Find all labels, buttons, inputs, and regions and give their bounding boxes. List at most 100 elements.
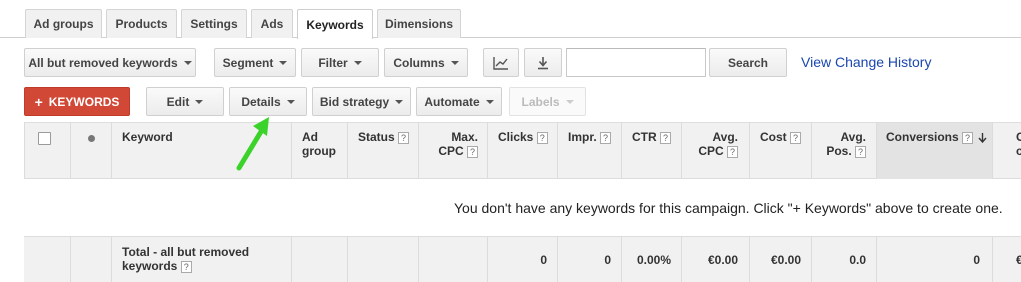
header-max-cpc[interactable]: Max. CPC ? (432, 130, 478, 158)
tab-products[interactable]: Products (106, 9, 177, 38)
tab-ads[interactable]: Ads (251, 9, 293, 38)
dropdown-label: All but removed keywords (28, 55, 178, 70)
column-divider (111, 122, 112, 179)
total-label-line: keywords (122, 259, 178, 273)
tab-label: Keywords (306, 17, 364, 32)
header-label: Keyword (122, 130, 173, 144)
header-status[interactable]: Status ? (358, 130, 410, 144)
header-label: cor (1016, 144, 1021, 158)
tab-keywords[interactable]: Keywords (297, 9, 373, 39)
keyword-filter-dropdown[interactable]: All but removed keywords (24, 48, 196, 77)
chart-toggle-button[interactable] (483, 48, 519, 77)
help-icon[interactable]: ? (962, 131, 974, 144)
help-icon[interactable]: ? (600, 131, 612, 144)
help-icon[interactable]: ? (855, 145, 866, 158)
download-button[interactable] (524, 48, 562, 77)
header-keyword[interactable]: Keyword (122, 130, 173, 144)
help-icon[interactable]: ? (536, 131, 548, 144)
button-label: Search (727, 55, 769, 70)
header-ad-group[interactable]: Ad group (302, 130, 336, 158)
button-label: Details (241, 94, 281, 109)
header-cost[interactable]: Cost ? (760, 130, 802, 144)
column-divider (70, 237, 71, 282)
header-avg-cpc[interactable]: Avg. CPC ? (692, 130, 738, 158)
header-conversions[interactable]: Conversions ? (886, 130, 987, 144)
header-clicks[interactable]: Clicks ? (498, 130, 548, 144)
button-label: Bid strategy (319, 94, 390, 109)
column-divider (291, 237, 292, 282)
tab-label: Products (115, 17, 168, 31)
header-label: Cost (760, 130, 787, 144)
header-label: Conversions (886, 130, 959, 144)
filter-button[interactable]: Filter (301, 48, 379, 77)
search-button[interactable]: Search (709, 48, 787, 77)
annotation-arrow-icon (236, 117, 269, 171)
tab-label: Dimensions (384, 17, 453, 31)
header-label: CPC (698, 144, 724, 158)
keywords-table: Keyword Ad group Status ? Max. CPC ? Cli… (24, 122, 1021, 282)
header-label: Avg. (712, 130, 738, 144)
column-divider (418, 237, 419, 282)
column-divider (111, 237, 112, 282)
segment-button[interactable]: Segment (214, 48, 296, 77)
column-divider (621, 122, 622, 179)
column-divider (681, 122, 682, 179)
header-label: Max. (451, 130, 478, 144)
help-icon[interactable]: ? (467, 145, 478, 158)
button-label: Edit (166, 94, 190, 109)
header-label: Avg. (840, 130, 866, 144)
header-label: Ad (302, 130, 318, 144)
help-icon[interactable]: ? (660, 131, 672, 144)
chevron-down-icon (395, 99, 404, 104)
header-avg-pos[interactable]: Avg. Pos. ? (820, 130, 866, 158)
header-impr[interactable]: Impr. ? (568, 130, 612, 144)
line-chart-icon (493, 56, 508, 70)
tab-label: Ads (260, 17, 284, 31)
header-label: Pos. (826, 144, 852, 158)
total-clicks: 0 (540, 253, 547, 267)
help-icon[interactable]: ? (180, 260, 192, 273)
labels-button[interactable]: Labels (509, 87, 586, 116)
button-label: Automate (424, 94, 480, 109)
button-label: Columns (393, 55, 445, 70)
help-icon[interactable]: ? (727, 145, 738, 158)
header-cut-off: C cor (1016, 130, 1021, 158)
total-label: Total - all but removed keywords ? (122, 245, 249, 273)
total-avg-cpc: €0.00 (707, 253, 738, 267)
tab-settings[interactable]: Settings (181, 9, 247, 38)
header-ctr[interactable]: CTR ? (632, 130, 672, 144)
add-keywords-button[interactable]: + KEYWORDS (24, 87, 130, 116)
search-input[interactable] (566, 48, 706, 77)
help-icon[interactable]: ? (790, 131, 802, 144)
button-label: Filter (318, 55, 348, 70)
button-label: KEYWORDS (48, 94, 120, 109)
empty-state-row: You don't have any keywords for this cam… (24, 179, 1021, 237)
header-label: CPC (438, 144, 464, 158)
total-row: Total - all but removed keywords ? 0 0 0… (24, 237, 1021, 282)
column-divider (811, 122, 812, 179)
download-icon (538, 56, 548, 69)
column-divider (876, 122, 877, 179)
help-icon[interactable]: ? (398, 131, 410, 144)
view-change-history-link[interactable]: View Change History (801, 54, 931, 70)
column-divider (347, 122, 348, 179)
chevron-down-icon (485, 99, 494, 104)
tab-dimensions[interactable]: Dimensions (377, 9, 461, 38)
header-label: Clicks (498, 130, 534, 144)
tab-ad-groups[interactable]: Ad groups (25, 9, 102, 38)
header-label: CTR (632, 130, 657, 144)
total-label-line: Total - all but removed (122, 245, 250, 259)
bid-strategy-button[interactable]: Bid strategy (312, 87, 411, 116)
total-cost: €0.00 (770, 253, 801, 267)
select-all-checkbox[interactable] (38, 132, 51, 145)
header-label: Impr. (568, 130, 597, 144)
header-label: Status (358, 130, 395, 144)
column-divider (992, 237, 993, 282)
chevron-down-icon (353, 60, 362, 65)
button-label: Segment (222, 55, 274, 70)
tab-bar: Ad groups Products Settings Ads Keywords… (0, 0, 1021, 39)
columns-button[interactable]: Columns (384, 48, 468, 77)
column-divider (487, 122, 488, 179)
automate-button[interactable]: Automate (416, 87, 502, 116)
edit-button[interactable]: Edit (146, 87, 224, 116)
